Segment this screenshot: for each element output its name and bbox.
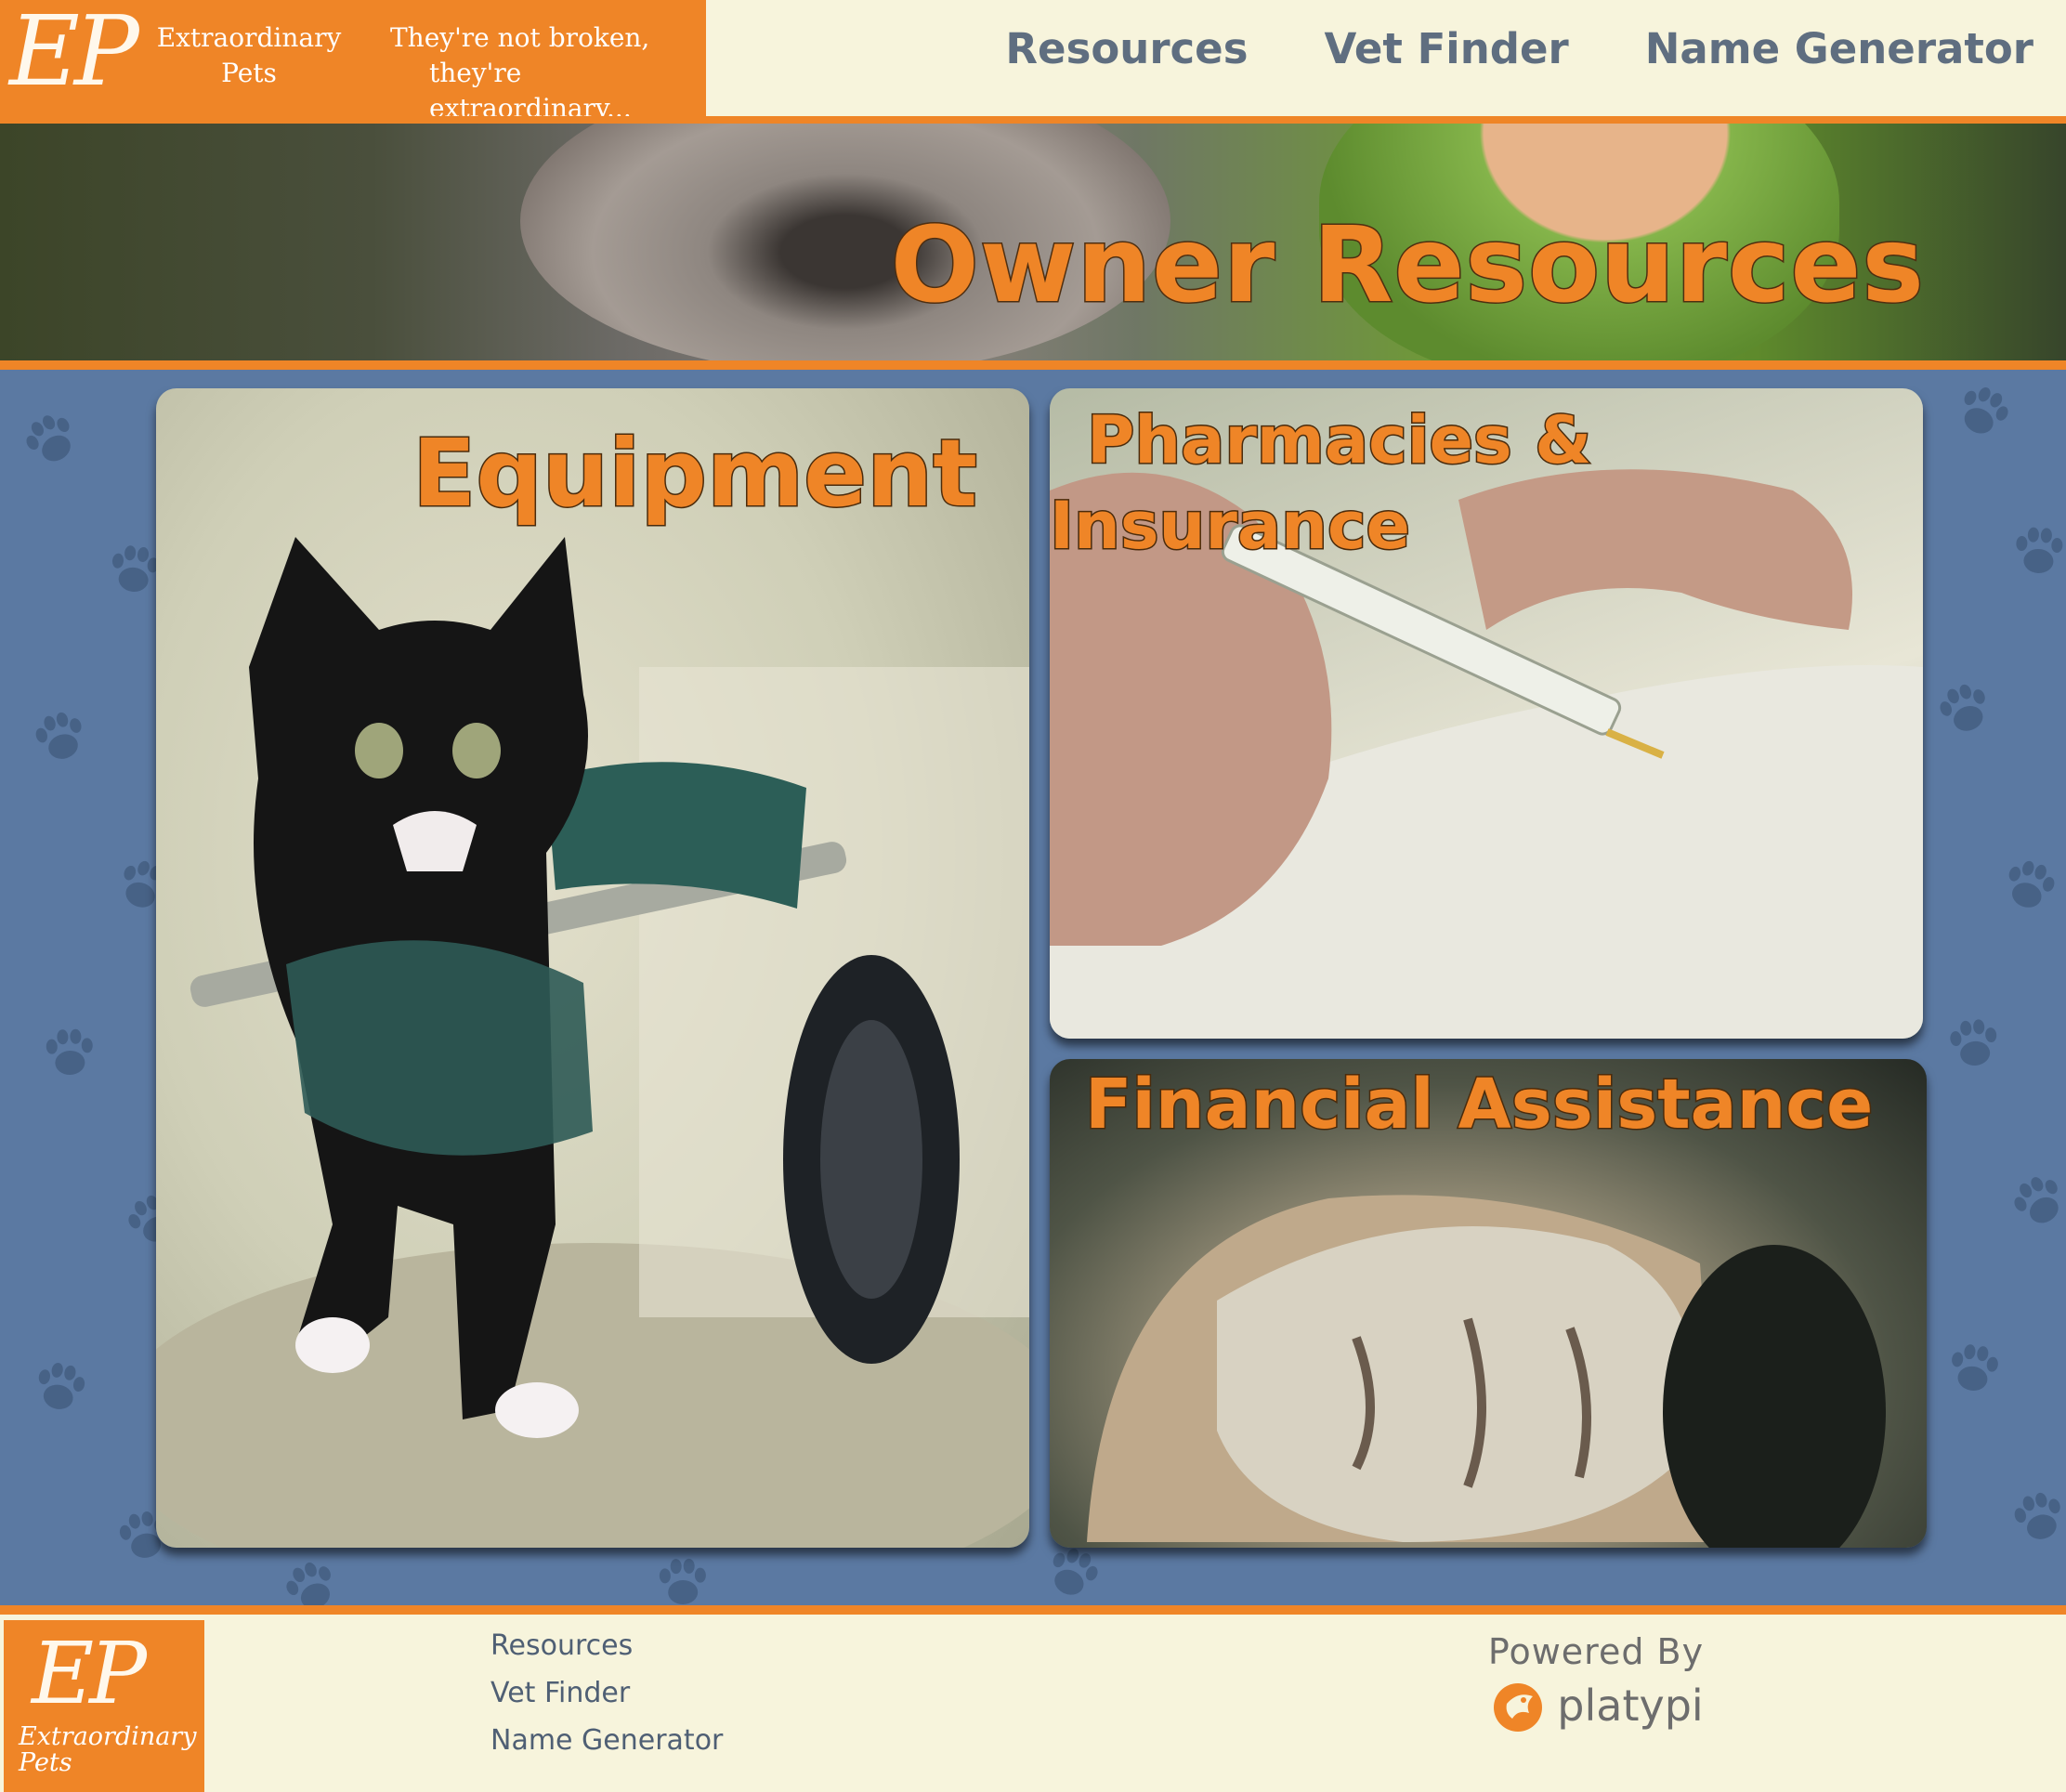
main-nav: Resources Vet Finder Name Generator <box>1005 24 2033 73</box>
site-footer: EP Extraordinary Pets Resources Vet Find… <box>0 1615 2066 1792</box>
footer-link-name-generator[interactable]: Name Generator <box>490 1724 723 1757</box>
footer-divider <box>0 1605 2066 1615</box>
footer-logo-monogram: EP <box>32 1624 147 1723</box>
logo-monogram: EP <box>9 0 139 108</box>
footer-link-resources[interactable]: Resources <box>490 1629 723 1662</box>
pharmacies-title-line-1: Pharmacies & <box>1085 401 1592 480</box>
powered-by[interactable]: Powered By platypi <box>1475 1631 1717 1735</box>
paw-print-icon <box>2016 527 2063 573</box>
hero-divider <box>0 360 2066 370</box>
page-title: Owner Resources <box>889 204 1925 328</box>
equipment-title: Equipment <box>412 419 979 528</box>
pharmacies-title-line-2: Insurance <box>1050 487 1411 566</box>
platypi-logo-icon <box>1494 1683 1543 1732</box>
paw-print-icon <box>26 415 71 462</box>
nav-vet-finder[interactable]: Vet Finder <box>1325 24 1569 73</box>
platypi-wordmark: platypi <box>1557 1681 1704 1731</box>
paw-print-icon <box>2014 1492 2060 1539</box>
brand-logo[interactable]: EP Extraordinary Pets They're not broken… <box>0 0 706 124</box>
header-divider <box>0 116 2066 124</box>
pharmacies-insurance-title: Pharmacies & Insurance <box>1050 398 1593 569</box>
brand-name: Extraordinary Pets <box>156 22 342 88</box>
nav-name-generator[interactable]: Name Generator <box>1645 24 2033 73</box>
site-header: EP Extraordinary Pets They're not broken… <box>0 0 2066 124</box>
paw-print-icon <box>35 712 82 759</box>
footer-logo-name: Extraordinary Pets <box>19 1722 197 1777</box>
paw-print-icon <box>46 1028 93 1075</box>
paw-print-icon <box>2008 860 2055 908</box>
pharmacies-insurance-tile[interactable]: Pharmacies & Insurance <box>1050 388 1923 1039</box>
financial-assistance-tile[interactable]: Financial Assistance <box>1050 1059 1927 1548</box>
powered-by-label: Powered By <box>1487 1631 1705 1672</box>
paw-print-icon <box>659 1558 706 1604</box>
paw-print-icon <box>1952 1344 1998 1391</box>
paw-print-icon <box>286 1562 331 1605</box>
hero-banner: Owner Resources <box>0 124 2066 360</box>
paw-print-icon <box>1964 386 2008 434</box>
paw-print-icon <box>2014 1177 2059 1223</box>
paw-print-icon <box>1950 1019 1997 1066</box>
platypi-brand: platypi <box>1475 1676 1717 1735</box>
kitten-wheelchair-photo <box>156 537 1029 1548</box>
footer-link-vet-finder[interactable]: Vet Finder <box>490 1677 723 1709</box>
paw-print-icon <box>1940 684 1985 731</box>
footer-logo[interactable]: EP Extraordinary Pets <box>4 1620 204 1792</box>
resources-grid: Equipment Pharmacies & Insurance Financi… <box>0 370 2066 1605</box>
footer-nav: Resources Vet Finder Name Generator <box>490 1629 723 1757</box>
paw-print-icon <box>38 1362 85 1409</box>
equipment-tile[interactable]: Equipment <box>156 388 1029 1548</box>
nav-resources[interactable]: Resources <box>1005 24 1248 73</box>
tagline-line-1: They're not broken, <box>390 22 650 53</box>
financial-assistance-title: Financial Assistance <box>1083 1065 1874 1145</box>
brand-tagline: They're not broken, they're extraordinar… <box>390 20 697 126</box>
